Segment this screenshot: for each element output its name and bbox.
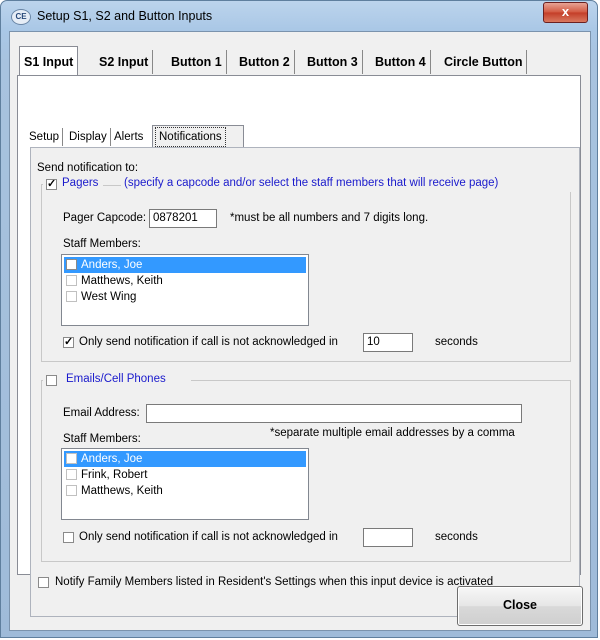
staff-name: Matthews, Keith: [81, 275, 163, 287]
title-bar[interactable]: CE Setup S1, S2 and Button Inputs x: [1, 1, 597, 31]
staff-checkbox[interactable]: [66, 469, 77, 480]
tab-display[interactable]: Display: [66, 128, 111, 146]
emails-staff-label: Staff Members:: [63, 433, 141, 445]
pagers-ack-seconds-input[interactable]: 10: [363, 333, 413, 352]
tab-setup[interactable]: Setup: [26, 128, 64, 146]
emails-label: Emails/Cell Phones: [66, 373, 166, 385]
pagers-ack-label: Only send notification if call is not ac…: [79, 336, 338, 348]
tab-button-2[interactable]: Button 2: [235, 50, 295, 74]
tab-s2-input[interactable]: S2 Input: [95, 50, 154, 74]
tab-button-3[interactable]: Button 3: [303, 50, 363, 74]
list-item[interactable]: Anders, Joe: [64, 451, 306, 467]
list-item[interactable]: Matthews, Keith: [64, 273, 306, 289]
notify-family-checkbox[interactable]: [38, 577, 49, 588]
staff-name: Anders, Joe: [81, 453, 143, 465]
emails-ack-seconds-input[interactable]: [363, 528, 413, 547]
tab-button-4[interactable]: Button 4: [371, 50, 431, 74]
window-close-button[interactable]: x: [543, 2, 588, 23]
pager-capcode-label: Pager Capcode:: [63, 212, 147, 224]
window-title: Setup S1, S2 and Button Inputs: [37, 9, 213, 23]
list-item[interactable]: West Wing: [64, 289, 306, 305]
pagers-checkbox[interactable]: ✓: [46, 179, 57, 190]
dialog-window: CE Setup S1, S2 and Button Inputs x S1 I…: [0, 0, 598, 638]
list-item[interactable]: Frink, Robert: [64, 467, 306, 483]
list-item[interactable]: Matthews, Keith: [64, 483, 306, 499]
pagers-staff-label: Staff Members:: [63, 238, 141, 250]
emails-ack-checkbox[interactable]: [63, 532, 74, 543]
pager-capcode-note: *must be all numbers and 7 digits long.: [230, 212, 429, 224]
emails-ack-label: Only send notification if call is not ac…: [79, 531, 338, 543]
pagers-ack-checkbox[interactable]: ✓: [63, 337, 74, 348]
email-address-note: *separate multiple email addresses by a …: [270, 427, 515, 439]
pagers-divider: [103, 185, 121, 186]
tab-notifications[interactable]: Notifications: [155, 127, 226, 147]
pager-capcode-input[interactable]: 0878201: [149, 209, 217, 228]
notify-family-label: Notify Family Members listed in Resident…: [55, 576, 494, 588]
emails-ack-unit: seconds: [435, 531, 478, 543]
tab-button-1[interactable]: Button 1: [167, 50, 227, 74]
list-item[interactable]: ✓ Anders, Joe: [64, 257, 306, 273]
send-notification-label: Send notification to:: [37, 162, 139, 174]
app-icon: CE: [11, 9, 31, 25]
staff-checkbox[interactable]: [66, 275, 77, 286]
emails-staff-list[interactable]: Anders, Joe Frink, Robert Matthews, Keit…: [61, 448, 309, 520]
pagers-ack-unit: seconds: [435, 336, 478, 348]
pagers-staff-list[interactable]: ✓ Anders, Joe Matthews, Keith West Wing: [61, 254, 309, 326]
emails-checkbox[interactable]: [46, 375, 57, 386]
staff-name: Matthews, Keith: [81, 485, 163, 497]
staff-checkbox[interactable]: [66, 453, 77, 464]
tab-s1-input[interactable]: S1 Input: [19, 46, 79, 77]
tab-alerts[interactable]: Alerts: [111, 128, 146, 146]
email-address-input[interactable]: [146, 404, 522, 423]
staff-checkbox[interactable]: ✓: [66, 259, 77, 270]
notifications-panel: Send notification to: ✓ Pagers (specify …: [30, 147, 580, 617]
s1-input-panel: Setup Display Alerts Notifications Send …: [17, 75, 581, 617]
staff-checkbox[interactable]: [66, 485, 77, 496]
staff-name: Frink, Robert: [81, 469, 148, 481]
tab-circle-button[interactable]: Circle Button: [440, 50, 528, 74]
staff-checkbox[interactable]: [66, 291, 77, 302]
email-address-label: Email Address:: [63, 407, 140, 419]
pagers-hint: (specify a capcode and/or select the sta…: [124, 177, 499, 189]
pagers-label: Pagers: [62, 177, 99, 189]
dialog-client-area: S1 Input S2 Input Button 1 Button 2 Butt…: [9, 31, 591, 631]
staff-name: Anders, Joe: [81, 259, 143, 271]
close-button[interactable]: Close: [457, 586, 583, 626]
staff-name: West Wing: [81, 291, 137, 303]
